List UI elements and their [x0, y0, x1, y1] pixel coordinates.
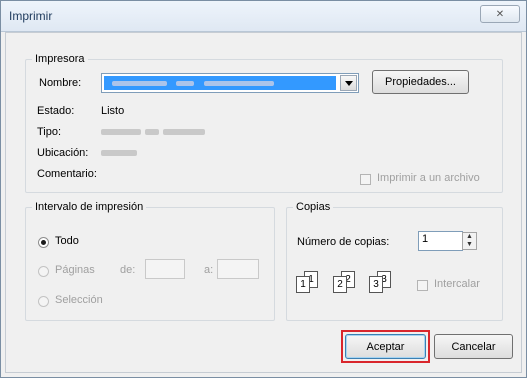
spin-down-icon[interactable]: ▼ — [463, 241, 476, 249]
range-all-label: Todo — [55, 235, 79, 247]
printer-name-label: Nombre: — [39, 77, 82, 89]
range-selection-label: Selección — [55, 294, 103, 306]
cancel-button[interactable]: Cancelar — [434, 334, 513, 359]
range-all-radio[interactable] — [38, 237, 49, 248]
copies-count-label: Número de copias: — [297, 236, 390, 248]
copies-group-label: Copias — [296, 201, 331, 213]
location-label: Ubicación: — [37, 147, 89, 159]
comment-label: Comentario: — [37, 168, 97, 180]
ok-button[interactable]: Aceptar — [345, 334, 426, 359]
collate-icon-2: 2 2 — [333, 271, 361, 293]
copies-count-input[interactable]: 1 — [418, 231, 463, 251]
range-from-label: de: — [120, 264, 136, 276]
range-to-label: a: — [204, 264, 214, 276]
spin-up-icon[interactable]: ▲ — [463, 233, 476, 241]
chevron-down-icon[interactable] — [340, 75, 357, 91]
title-bar: Imprimir ✕ — [1, 1, 526, 32]
collate-page-number: 1 — [300, 279, 306, 290]
printer-name-select[interactable] — [101, 73, 359, 93]
ok-button-label: Aceptar — [366, 340, 405, 353]
collate-checkbox[interactable] — [417, 280, 428, 291]
properties-button-label: Propiedades... — [385, 76, 456, 88]
copies-spinner[interactable]: ▲ ▼ — [462, 232, 477, 250]
printer-group-label: Impresora — [35, 53, 85, 65]
properties-button[interactable]: Propiedades... — [372, 70, 469, 94]
printer-name-selected-value — [104, 76, 336, 90]
type-label: Tipo: — [37, 126, 62, 138]
print-to-file-label: Imprimir a un archivo — [377, 172, 480, 184]
window-title: Imprimir — [9, 9, 53, 23]
print-to-file-checkbox[interactable] — [360, 174, 371, 185]
print-range-group-label: Intervalo de impresión — [35, 201, 144, 213]
collate-icon-1: 1 1 — [296, 271, 324, 293]
range-to-input[interactable] — [217, 259, 259, 279]
print-dialog: Imprimir ✕ Impresora Nombre: Propiedades… — [0, 0, 527, 378]
range-from-input[interactable] — [145, 259, 185, 279]
close-icon: ✕ — [495, 8, 505, 20]
collate-page-front: 1 — [296, 276, 310, 293]
status-value: Listo — [101, 105, 125, 117]
range-pages-radio[interactable] — [38, 266, 49, 277]
collate-icon-3: 3 3 — [369, 271, 397, 293]
collate-label: Intercalar — [434, 278, 480, 290]
collate-page-front: 3 — [369, 276, 383, 293]
collate-page-number: 2 — [337, 279, 343, 290]
range-pages-label: Páginas — [55, 264, 95, 276]
copies-count-value: 1 — [422, 233, 429, 245]
range-selection-radio[interactable] — [38, 296, 49, 307]
copies-group: Copias — [286, 201, 503, 321]
close-button[interactable]: ✕ — [480, 5, 520, 23]
status-label: Estado: — [37, 105, 75, 117]
collate-page-number: 3 — [373, 279, 379, 290]
collate-page-front: 2 — [333, 276, 347, 293]
cancel-button-label: Cancelar — [451, 340, 496, 353]
